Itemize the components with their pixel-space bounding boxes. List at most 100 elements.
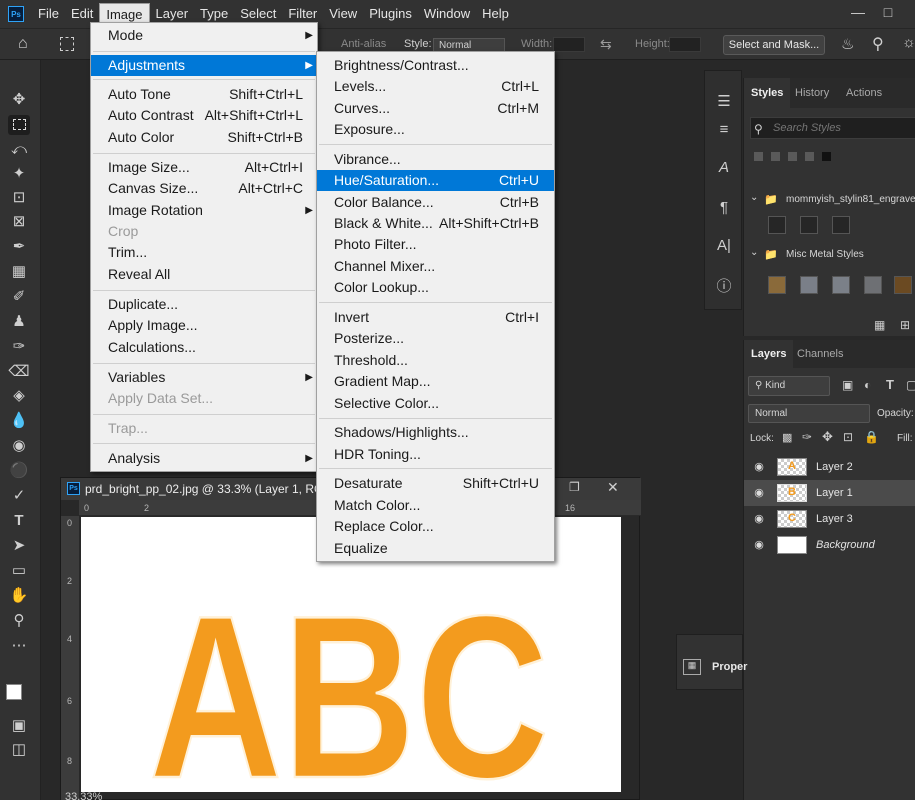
style-group-metal[interactable]: ⌄ 📁 Misc Metal Styles bbox=[744, 245, 915, 265]
style-swatch[interactable] bbox=[800, 276, 818, 294]
history-brush-tool-icon[interactable]: ✑ bbox=[8, 337, 30, 357]
menu-plugins[interactable]: Plugins bbox=[363, 3, 418, 25]
menu-item-selective-color[interactable]: Selective Color... bbox=[317, 393, 554, 414]
move-tool-icon[interactable]: ✥ bbox=[8, 90, 30, 110]
lock-artboard-icon[interactable]: ⊡ bbox=[843, 430, 853, 444]
eye-icon[interactable]: ◉ bbox=[752, 486, 766, 500]
menu-item-channel-mixer[interactable]: Channel Mixer... bbox=[317, 256, 554, 277]
tab-history[interactable]: History bbox=[788, 78, 836, 108]
style-swatch[interactable] bbox=[894, 276, 912, 294]
search-icon[interactable]: ⚲ bbox=[872, 34, 884, 54]
menu-item-invert[interactable]: Invert Ctrl+I bbox=[317, 307, 554, 328]
zoom-tool-icon[interactable]: ⚲ bbox=[8, 611, 30, 631]
menu-item-reveal-all[interactable]: Reveal All bbox=[91, 264, 317, 285]
zoom-status[interactable]: 33.33% bbox=[65, 791, 102, 800]
eyedropper-tool-icon[interactable]: ✒ bbox=[8, 237, 30, 257]
dodge-tool-icon[interactable]: ◉ bbox=[8, 436, 30, 456]
bell-icon[interactable]: ♨ bbox=[841, 35, 854, 53]
menu-item-shadows-highlights[interactable]: Shadows/Highlights... bbox=[317, 422, 554, 443]
menu-item-mode[interactable]: Mode ▶ bbox=[91, 25, 317, 46]
home-icon[interactable]: ⌂ bbox=[18, 35, 40, 55]
menu-item-variables[interactable]: Variables ▶ bbox=[91, 367, 317, 388]
paragraph-panel-icon[interactable]: ¶ bbox=[713, 197, 735, 219]
filter-type-icon[interactable]: T bbox=[886, 377, 894, 392]
menu-item-analysis[interactable]: Analysis ▶ bbox=[91, 448, 317, 469]
menu-item-auto-tone[interactable]: Auto Tone Shift+Ctrl+L bbox=[91, 84, 317, 105]
style-swatch[interactable] bbox=[800, 216, 818, 234]
layer-row[interactable]: ◉ B Layer 1 bbox=[744, 480, 915, 506]
menu-item-calculations[interactable]: Calculations... bbox=[91, 337, 317, 358]
filter-pixel-icon[interactable]: ▣ bbox=[842, 378, 853, 392]
crop-tool-icon[interactable]: ⊡ bbox=[8, 188, 30, 208]
menu-item-replace-color[interactable]: Replace Color... bbox=[317, 516, 554, 537]
style-group-engraved[interactable]: ⌄ 📁 mommyish_stylin81_engraved bbox=[744, 190, 915, 210]
lock-position-icon[interactable]: ✥ bbox=[822, 429, 833, 445]
menu-file[interactable]: File bbox=[32, 3, 65, 25]
healing-brush-tool-icon[interactable]: ▦ bbox=[8, 262, 30, 282]
select-and-mask-button[interactable]: Select and Mask... bbox=[723, 35, 825, 55]
lightbulb-icon[interactable]: ☼ bbox=[902, 34, 915, 51]
adjust-sliders-icon[interactable]: ≡ bbox=[713, 119, 735, 141]
marquee-preset-icon[interactable] bbox=[60, 37, 74, 51]
maximize-icon[interactable]: □ bbox=[878, 0, 898, 24]
lock-image-icon[interactable]: ✑ bbox=[802, 430, 812, 444]
eraser-tool-icon[interactable]: ⌫ bbox=[8, 362, 30, 382]
menu-item-brightness-contrast[interactable]: Brightness/Contrast... bbox=[317, 55, 554, 76]
eye-icon[interactable]: ◉ bbox=[752, 460, 766, 474]
rectangle-tool-icon[interactable]: ▭ bbox=[8, 561, 30, 581]
new-style-icon[interactable]: ⊞ bbox=[900, 318, 910, 332]
sponge-tool-icon[interactable]: ⚫ bbox=[8, 461, 30, 481]
lasso-tool-icon[interactable]: ⤺ bbox=[8, 140, 30, 160]
paint-bucket-tool-icon[interactable]: ◈ bbox=[8, 386, 30, 406]
character-panel-icon[interactable]: A bbox=[713, 157, 735, 179]
menu-item-image-size[interactable]: Image Size... Alt+Ctrl+I bbox=[91, 157, 317, 178]
tab-actions[interactable]: Actions bbox=[839, 78, 889, 108]
layer-row[interactable]: ◉ C Layer 3 bbox=[744, 506, 915, 532]
menu-item-exposure[interactable]: Exposure... bbox=[317, 119, 554, 140]
magic-wand-tool-icon[interactable]: ✦ bbox=[8, 164, 30, 184]
menu-item-levels[interactable]: Levels... Ctrl+L bbox=[317, 76, 554, 97]
info-panel-icon[interactable]: ⓘ bbox=[713, 276, 735, 298]
menu-item-hue-saturation[interactable]: Hue/Saturation... Ctrl+U bbox=[317, 170, 554, 191]
glyphs-panel-icon[interactable]: A| bbox=[713, 235, 735, 257]
menu-item-apply-image[interactable]: Apply Image... bbox=[91, 315, 317, 336]
menu-item-color-balance[interactable]: Color Balance... Ctrl+B bbox=[317, 192, 554, 213]
rectangular-marquee-tool-icon[interactable] bbox=[8, 115, 30, 135]
more-tools-icon[interactable]: ⋯ bbox=[8, 636, 30, 656]
quick-mask-icon[interactable]: ▣ bbox=[8, 716, 30, 736]
menu-item-trim[interactable]: Trim... bbox=[91, 242, 317, 263]
tab-channels[interactable]: Channels bbox=[790, 340, 850, 368]
doc-close-icon[interactable]: ✕ bbox=[607, 479, 619, 496]
brush-tool-icon[interactable]: ✐ bbox=[8, 287, 30, 307]
menu-view[interactable]: View bbox=[323, 3, 363, 25]
hand-tool-icon[interactable]: ✋ bbox=[8, 586, 30, 606]
foreground-color-swatch[interactable] bbox=[6, 684, 22, 700]
menu-item-adjustments[interactable]: Adjustments ▶ bbox=[91, 55, 317, 76]
menu-item-image-rotation[interactable]: Image Rotation ▶ bbox=[91, 200, 317, 221]
layer-row[interactable]: ◉ Background bbox=[744, 532, 915, 558]
menu-item-posterize[interactable]: Posterize... bbox=[317, 328, 554, 349]
path-selection-tool-icon[interactable]: ➤ bbox=[8, 536, 30, 556]
eye-icon[interactable]: ◉ bbox=[752, 512, 766, 526]
eye-icon[interactable]: ◉ bbox=[752, 538, 766, 552]
menu-help[interactable]: Help bbox=[476, 3, 515, 25]
menu-item-photo-filter[interactable]: Photo Filter... bbox=[317, 234, 554, 255]
menu-item-auto-contrast[interactable]: Auto Contrast Alt+Shift+Ctrl+L bbox=[91, 105, 317, 126]
style-swatch[interactable] bbox=[768, 216, 786, 234]
menu-item-vibrance[interactable]: Vibrance... bbox=[317, 149, 554, 170]
menu-item-desaturate[interactable]: Desaturate Shift+Ctrl+U bbox=[317, 473, 554, 494]
type-tool-icon[interactable]: T bbox=[8, 511, 30, 531]
lock-transparent-icon[interactable]: ▩ bbox=[782, 431, 792, 444]
menu-item-curves[interactable]: Curves... Ctrl+M bbox=[317, 98, 554, 119]
blur-tool-icon[interactable]: 💧 bbox=[8, 411, 30, 431]
swap-icon[interactable]: ⇆ bbox=[600, 36, 612, 53]
blend-mode-select[interactable]: Normal bbox=[748, 404, 870, 423]
style-swatch[interactable] bbox=[832, 216, 850, 234]
properties-panel-collapsed[interactable]: ▦ Proper bbox=[676, 634, 747, 690]
menu-item-color-lookup[interactable]: Color Lookup... bbox=[317, 277, 554, 298]
height-input[interactable] bbox=[669, 37, 701, 52]
tab-styles[interactable]: Styles bbox=[744, 78, 791, 108]
menu-window[interactable]: Window bbox=[418, 3, 476, 25]
menu-item-gradient-map[interactable]: Gradient Map... bbox=[317, 371, 554, 392]
menu-item-duplicate[interactable]: Duplicate... bbox=[91, 294, 317, 315]
